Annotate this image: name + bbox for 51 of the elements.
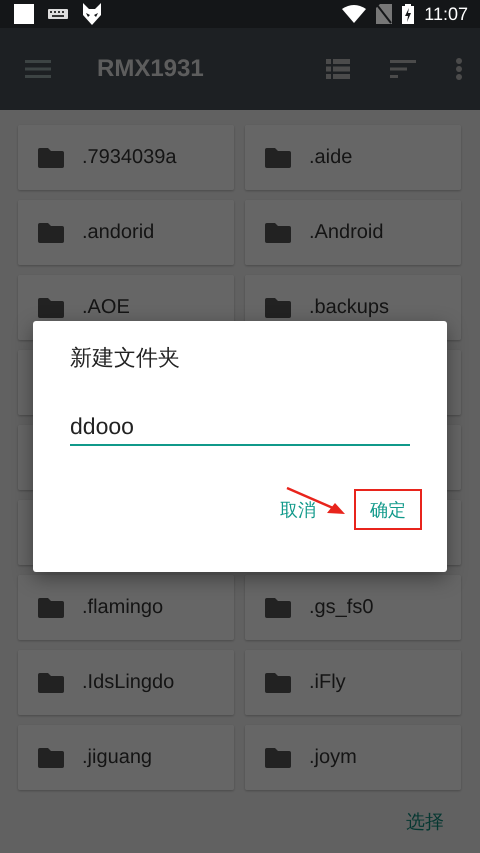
folder-name: .aide [309, 146, 352, 169]
folder-icon [265, 148, 291, 168]
keyboard-icon [48, 9, 68, 19]
folder-name: .AOE [82, 296, 130, 319]
folder-icon [38, 298, 64, 318]
folder-icon [265, 598, 291, 618]
notification-icon [14, 4, 34, 24]
folder-name: .flamingo [82, 596, 164, 619]
folder-tile[interactable]: .aide [245, 125, 461, 190]
input-field[interactable]: ddooo [70, 413, 410, 446]
dialog-title: 新建文件夹 [70, 344, 181, 372]
select-button[interactable]: 选择 [400, 804, 450, 838]
folder-icon [265, 222, 291, 242]
folder-tile[interactable]: .IdsLingdo [18, 650, 234, 715]
folder-tile[interactable]: .gs_fs0 [245, 575, 461, 640]
folder-name: .gs_fs0 [309, 596, 374, 619]
no-sim-icon [376, 4, 392, 24]
folder-icon [38, 598, 64, 618]
folder-name: .andorid [82, 221, 154, 244]
battery-charging-icon [402, 4, 414, 24]
folder-name: .iFly [309, 671, 346, 694]
folder-icon [265, 298, 291, 318]
folder-tile[interactable]: .Android [245, 200, 461, 265]
folder-name: .joym [309, 746, 357, 769]
folder-name: .backups [309, 296, 390, 319]
dialog-button[interactable]: 确定 [354, 489, 422, 530]
status-time: 11:07 [424, 4, 468, 24]
folder-tile[interactable]: .7934039a [18, 125, 234, 190]
more-options-icon[interactable] [456, 58, 462, 80]
folder-name: .jiguang [82, 746, 152, 769]
fox-face-icon [82, 3, 102, 25]
folder-tile[interactable]: .iFly [245, 650, 461, 715]
menu-icon[interactable] [25, 60, 51, 78]
sort-icon[interactable] [390, 60, 416, 78]
folder-icon [38, 222, 64, 242]
folder-icon [38, 672, 64, 692]
folder-name: .7934039a [82, 146, 177, 169]
toolbar-title: RMX1931 [97, 55, 204, 83]
dialog-button[interactable]: 取消 [264, 489, 332, 530]
folder-tile[interactable]: .flamingo [18, 575, 234, 640]
folder-icon [38, 748, 64, 768]
folder-icon [265, 672, 291, 692]
folder-name: .Android [309, 221, 384, 244]
folder-tile[interactable]: .andorid [18, 200, 234, 265]
folder-icon [38, 148, 64, 168]
folder-name: .IdsLingdo [82, 671, 174, 694]
folder-tile[interactable]: .joym [245, 725, 461, 790]
wifi-icon [342, 5, 366, 23]
folder-tile[interactable]: .jiguang [18, 725, 234, 790]
folder-icon [265, 748, 291, 768]
list-view-icon[interactable] [326, 59, 350, 79]
